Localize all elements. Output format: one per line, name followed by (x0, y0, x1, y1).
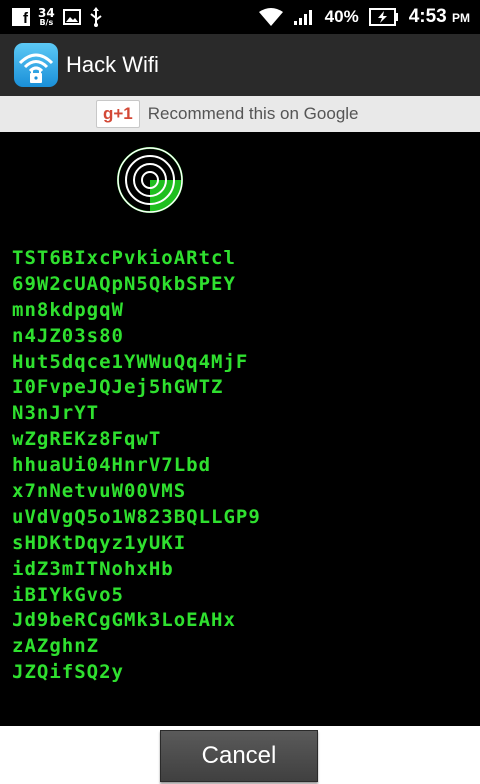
password-item: x7nNetvuW00VMS (12, 480, 187, 503)
wifi-icon (258, 8, 283, 26)
password-item: idZ3mITNohxHb (12, 557, 174, 580)
cancel-button[interactable]: Cancel (160, 730, 318, 782)
password-item: TST6BIxcPvkioARtcl (12, 247, 236, 269)
radar-scan-icon (117, 147, 183, 213)
password-item: mn8kdpgqW (12, 298, 124, 321)
network-speed-unit: B/s (39, 18, 54, 27)
app-bar: Hack Wifi (0, 34, 480, 96)
password-item: I0FvpeJQJej5hGWTZ (12, 376, 224, 399)
battery-charging-icon (368, 8, 398, 26)
google-plus-one-button[interactable]: g+1 (96, 100, 140, 128)
clock-time: 4:53 (408, 6, 447, 27)
status-bar: f 34 B/s 40% 4:53 PM (0, 0, 480, 34)
password-item: hhuaUi04HnrV7Lbd (12, 454, 212, 477)
network-speed: 34 B/s (38, 7, 55, 27)
google-plus-bar: g+1 Recommend this on Google (0, 96, 480, 132)
password-item: iBIYkGvo5 (12, 583, 124, 606)
password-item: zAZghnZ (12, 635, 100, 658)
password-item: Hut5dqce1YWWuQq4MjF (12, 350, 249, 373)
image-icon (62, 9, 81, 25)
battery-percent: 40% (324, 7, 359, 26)
password-item: sHDKtDqyz1yUKI (12, 531, 187, 554)
password-item: N3nJrYT (12, 402, 100, 425)
usb-icon (90, 7, 102, 27)
password-item: n4JZ03s80 (12, 324, 124, 347)
password-item: 69W2cUAQpN5QkbSPEY (12, 272, 236, 295)
clock: 4:53 PM (409, 6, 470, 28)
app-logo-icon[interactable] (14, 43, 58, 87)
password-item: JZQifSQ2y (12, 661, 124, 684)
signal-icon (293, 10, 312, 25)
password-item: Jd9beRCgGMk3LoEAHx (12, 609, 236, 632)
bottom-bar: Cancel (0, 726, 480, 784)
facebook-icon: f (12, 8, 30, 26)
clock-suffix: PM (452, 11, 470, 25)
google-plus-recommend-text: Recommend this on Google (147, 104, 359, 123)
app-title: Hack Wifi (66, 52, 159, 77)
password-item: wZgREKz8FqwT (12, 428, 162, 451)
password-item: uVdVgQ5o1W823BQLLGP9 (12, 505, 261, 528)
generated-password-list: TST6BIxcPvkioARtcl 69W2cUAQpN5QkbSPEY mn8k… (12, 246, 472, 686)
